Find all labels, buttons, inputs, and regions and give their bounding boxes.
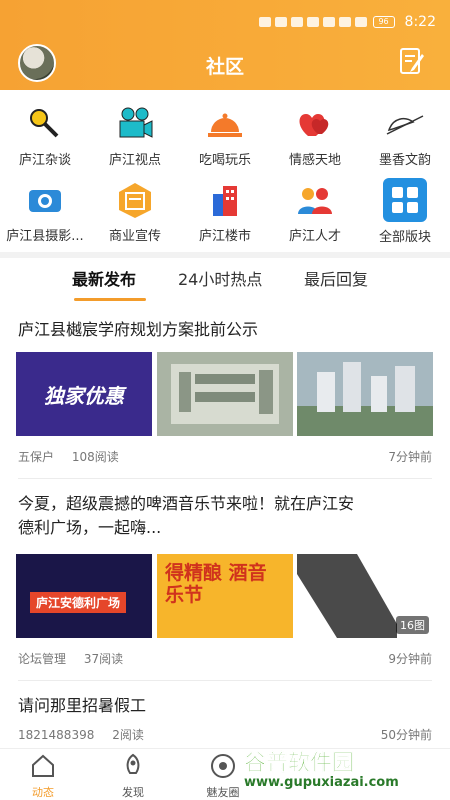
category-item[interactable]: 庐江县摄影... xyxy=(0,168,90,244)
signal-icon xyxy=(258,17,271,27)
header-bar: 96 8:22 社区 xyxy=(0,0,450,90)
watermark-logo: 谷普软件园 www.gupuxiazai.com xyxy=(244,750,399,790)
home-icon xyxy=(32,754,54,777)
post-time: 9分钟前 xyxy=(388,652,432,666)
category-label: 墨香文韵 xyxy=(378,153,431,168)
tab-24h-hot[interactable]: 24小时热点 xyxy=(178,266,262,290)
image-caption: 得精酿 酒音乐节 xyxy=(165,562,267,606)
grid-icon xyxy=(383,178,427,222)
nav-label: 动态 xyxy=(32,786,54,799)
category-label: 庐江视点 xyxy=(108,153,161,168)
post-time: 7分钟前 xyxy=(388,450,432,464)
category-item[interactable]: 商业宣传 xyxy=(90,168,180,244)
compose-post-button[interactable] xyxy=(398,46,426,76)
battery-icon: 96 xyxy=(372,16,395,28)
post-title-line: 德利广场，一起嗨... xyxy=(18,518,162,537)
post-author[interactable]: 论坛管理 xyxy=(18,652,66,666)
bottom-nav: 动态 发现 魅友圈 谷普软件园 www.gupuxiazai.com xyxy=(0,748,450,800)
section-divider xyxy=(0,252,450,258)
nav-discover[interactable]: 发现 xyxy=(98,753,168,800)
wechat-icon xyxy=(322,17,335,27)
category-label: 庐江杂谈 xyxy=(18,153,71,168)
image-caption: 庐江安德利广场 xyxy=(30,592,127,613)
app-notification-icon xyxy=(306,17,319,27)
microphone-icon xyxy=(23,102,67,145)
category-item[interactable]: 庐江楼市 xyxy=(180,168,270,244)
tab-latest[interactable]: 最新发布 xyxy=(72,266,136,290)
page-title: 社区 xyxy=(205,56,244,78)
post-title[interactable]: 庐江县樾宸学府规划方案批前公示 xyxy=(18,318,258,342)
quill-icon xyxy=(383,102,427,145)
nfc-icon xyxy=(338,17,351,27)
category-label: 庐江人才 xyxy=(288,229,341,244)
post-separator xyxy=(18,478,432,479)
status-bar: 96 8:22 xyxy=(150,8,436,36)
post-image[interactable]: 得精酿 酒音乐节 xyxy=(157,554,293,638)
tab-last-reply[interactable]: 最后回复 xyxy=(304,266,368,290)
post-title[interactable]: 请问那里招暑假工 xyxy=(18,694,146,718)
eye-circle-icon xyxy=(211,754,235,778)
image-caption: 独家优惠 xyxy=(44,384,124,408)
building-icon xyxy=(203,178,247,221)
post-image[interactable] xyxy=(297,352,433,436)
food-tray-icon xyxy=(203,102,247,145)
nav-dynamic[interactable]: 动态 xyxy=(8,753,78,800)
post-separator xyxy=(18,680,432,681)
rocket-icon xyxy=(126,753,140,774)
post-meta: 论坛管理 37阅读 9分钟前 xyxy=(18,650,432,667)
post-author[interactable]: 五保户 xyxy=(18,450,54,464)
post-reads: 2阅读 xyxy=(112,728,144,742)
post-reads: 37阅读 xyxy=(83,652,124,666)
signal-icon-2 xyxy=(274,17,287,27)
post-meta: 1821488398 2阅读 50分钟前 xyxy=(18,726,432,743)
category-item[interactable]: 庐江杂谈 xyxy=(0,92,90,168)
category-item[interactable]: 全部版块 xyxy=(360,168,450,245)
people-icon xyxy=(293,178,337,221)
category-label: 商业宣传 xyxy=(108,229,161,244)
bluetooth-icon xyxy=(354,17,367,27)
post-image[interactable] xyxy=(157,352,293,436)
category-label: 全部版块 xyxy=(378,230,431,245)
business-icon xyxy=(113,178,157,221)
post-author[interactable]: 1821488398 xyxy=(18,728,94,742)
status-time: 8:22 xyxy=(404,14,436,30)
category-label: 庐江县摄影... xyxy=(6,229,84,244)
active-tab-indicator xyxy=(74,298,146,301)
category-label: 庐江楼市 xyxy=(198,229,251,244)
post-title[interactable]: 今夏，超级震撼的啤酒音乐节来啦！就在庐江安 德利广场，一起嗨... xyxy=(18,492,354,540)
post-image[interactable]: 庐江安德利广场 xyxy=(16,554,152,638)
category-label: 吃喝玩乐 xyxy=(198,153,251,168)
post-title-line: 今夏，超级震撼的啤酒音乐节来啦！就在庐江安 xyxy=(18,494,355,513)
category-item[interactable]: 墨香文韵 xyxy=(360,92,450,168)
svg-text:www.gupuxiazai.com: www.gupuxiazai.com xyxy=(244,775,399,790)
image-count-badge: 16图 xyxy=(396,616,429,634)
post-time: 50分钟前 xyxy=(380,728,432,742)
post-meta: 五保户 108阅读 7分钟前 xyxy=(18,448,432,465)
status-icons xyxy=(258,17,367,27)
svg-text:谷普软件园: 谷普软件园 xyxy=(244,750,354,776)
video-camera-icon xyxy=(113,102,157,145)
post-reads: 108阅读 xyxy=(71,450,119,464)
camera-icon xyxy=(23,178,67,221)
category-label: 情感天地 xyxy=(288,153,341,168)
wifi-icon xyxy=(290,17,303,27)
category-item[interactable]: 情感天地 xyxy=(270,92,360,168)
category-item[interactable]: 吃喝玩乐 xyxy=(180,92,270,168)
category-item[interactable]: 庐江视点 xyxy=(90,92,180,168)
post-image[interactable]: 16图 xyxy=(297,554,433,638)
category-item[interactable]: 庐江人才 xyxy=(270,168,360,244)
nav-label: 发现 xyxy=(122,786,144,799)
post-image[interactable]: 独家优惠 xyxy=(16,352,152,436)
feed-tabs: 最新发布 24小时热点 最后回复 xyxy=(0,266,450,302)
hearts-icon xyxy=(293,102,337,145)
category-grid: 庐江杂谈 庐江视点 吃喝玩乐 情感天地 墨香文韵 庐江县摄影... 商业宣传 庐… xyxy=(0,92,450,252)
